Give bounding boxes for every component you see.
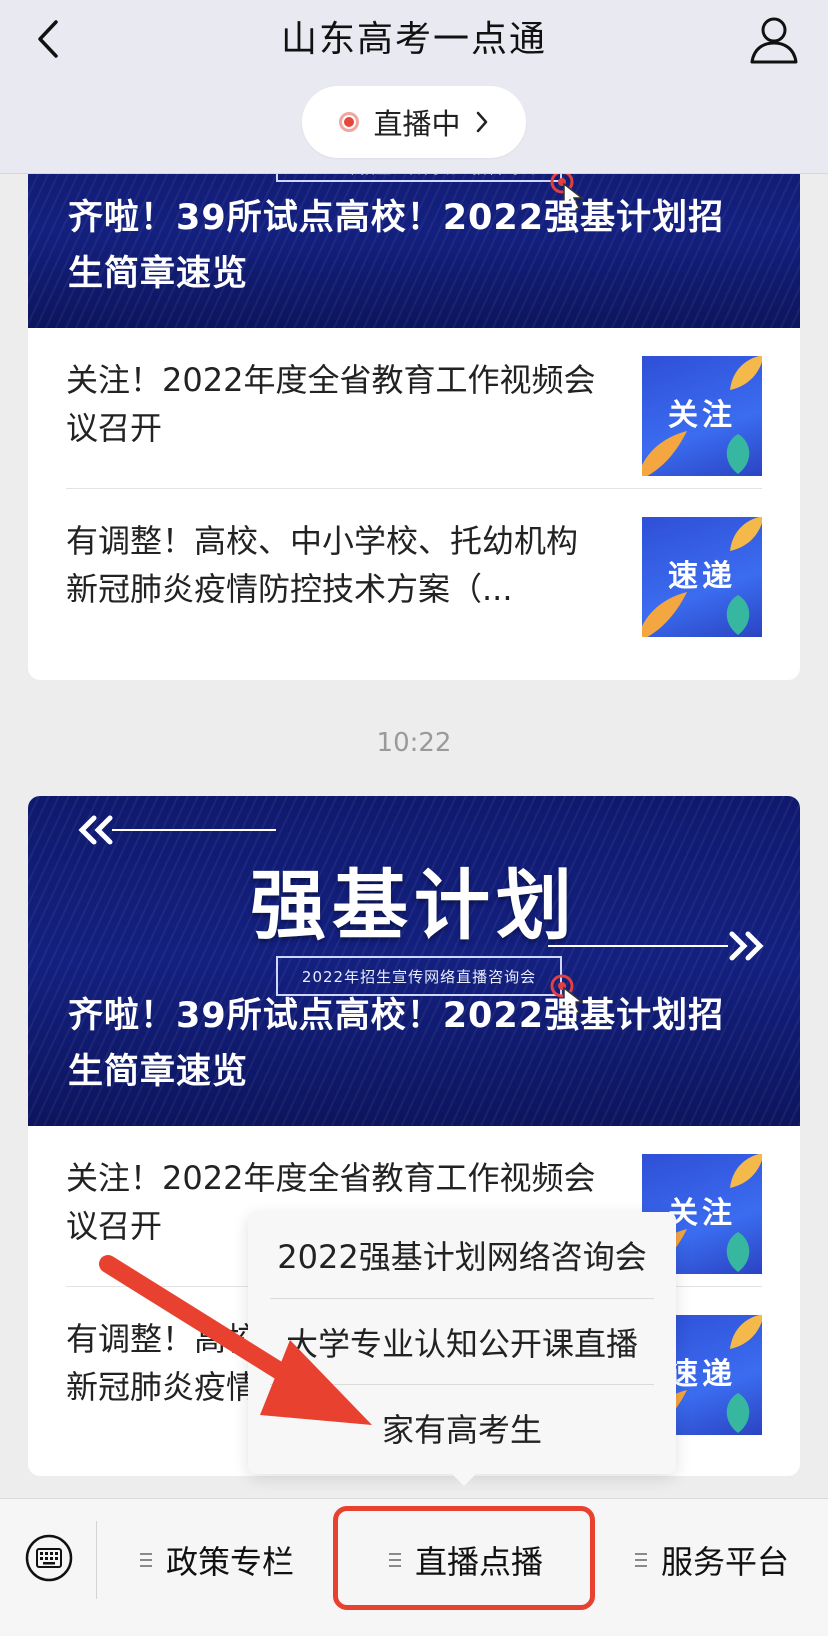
banner-headline: 齐啦！39所试点高校！2022强基计划招生简章速览: [68, 198, 725, 294]
bar-divider: [96, 1521, 97, 1599]
banner-headline: 齐啦！39所试点高校！2022强基计划招生简章速览: [68, 996, 725, 1092]
list-item[interactable]: 关注！2022年度全省教育工作视频会议召开 关注: [66, 328, 762, 488]
leaf-decoration-icon: [726, 1232, 750, 1272]
page-title: 山东高考一点通: [280, 19, 547, 60]
menu-tab-label: 政策专栏: [165, 1543, 294, 1581]
menu-lines-icon: [139, 1553, 152, 1567]
menu-tab-policy[interactable]: 政策专栏: [98, 1499, 336, 1621]
menu-lines-icon: [634, 1553, 647, 1567]
chevron-right-icon: [476, 111, 487, 133]
keyboard-icon[interactable]: [24, 1533, 74, 1583]
live-status-button[interactable]: 直播中: [302, 86, 526, 158]
top-nav-bar: 山东高考一点通 直播中: [0, 0, 828, 174]
user-icon[interactable]: [746, 12, 802, 68]
leaf-decoration-icon: [726, 434, 750, 474]
article-thumbnail: 关注: [642, 356, 762, 476]
thumbnail-label: 速递: [668, 559, 736, 594]
submenu-item-major-open-class[interactable]: 大学专业认知公开课直播: [270, 1298, 654, 1384]
submenu-item-family-examinee[interactable]: 家有高考生: [270, 1384, 654, 1470]
live-dot-icon: [339, 112, 360, 132]
article-card: 2022年招生宣传网络直播咨询会 齐啦！39所试点高校！2022强基计划招生简章…: [28, 130, 800, 680]
thumbnail-label: 关注: [668, 398, 736, 433]
menu-tab-live[interactable]: 直播点播: [336, 1499, 596, 1621]
message-timestamp: 10:22: [376, 728, 452, 758]
list-item-title: 有调整！高校、中小学校、托幼机构新冠肺炎疫情防控技术方案（...: [66, 522, 579, 608]
menu-tab-services[interactable]: 服务平台: [596, 1499, 828, 1621]
bottom-menu-bar: 政策专栏 直播点播 服务平台: [0, 1498, 828, 1636]
list-item[interactable]: 有调整！高校、中小学校、托幼机构新冠肺炎疫情防控技术方案（... 速递: [66, 488, 762, 648]
live-status-label: 直播中: [373, 107, 461, 141]
menu-tab-label: 直播点播: [414, 1543, 543, 1581]
article-banner[interactable]: 强基计划 2022年招生宣传网络直播咨询会 齐啦！39所试点高校！2022强基计…: [28, 796, 800, 1126]
menu-tab-label: 服务平台: [660, 1543, 789, 1581]
live-submenu-popup: 2022强基计划网络咨询会 大学专业认知公开课直播 家有高考生: [248, 1212, 676, 1486]
submenu-item-qiangji-consult[interactable]: 2022强基计划网络咨询会: [270, 1212, 654, 1298]
leaf-decoration-icon: [726, 595, 750, 635]
list-item-title: 关注！2022年度全省教育工作视频会议召开: [66, 361, 596, 447]
banner-arrow-right-icon: [548, 931, 764, 961]
leaf-decoration-icon: [726, 1393, 750, 1433]
article-thumbnail: 速递: [642, 517, 762, 637]
menu-lines-icon: [388, 1553, 401, 1567]
